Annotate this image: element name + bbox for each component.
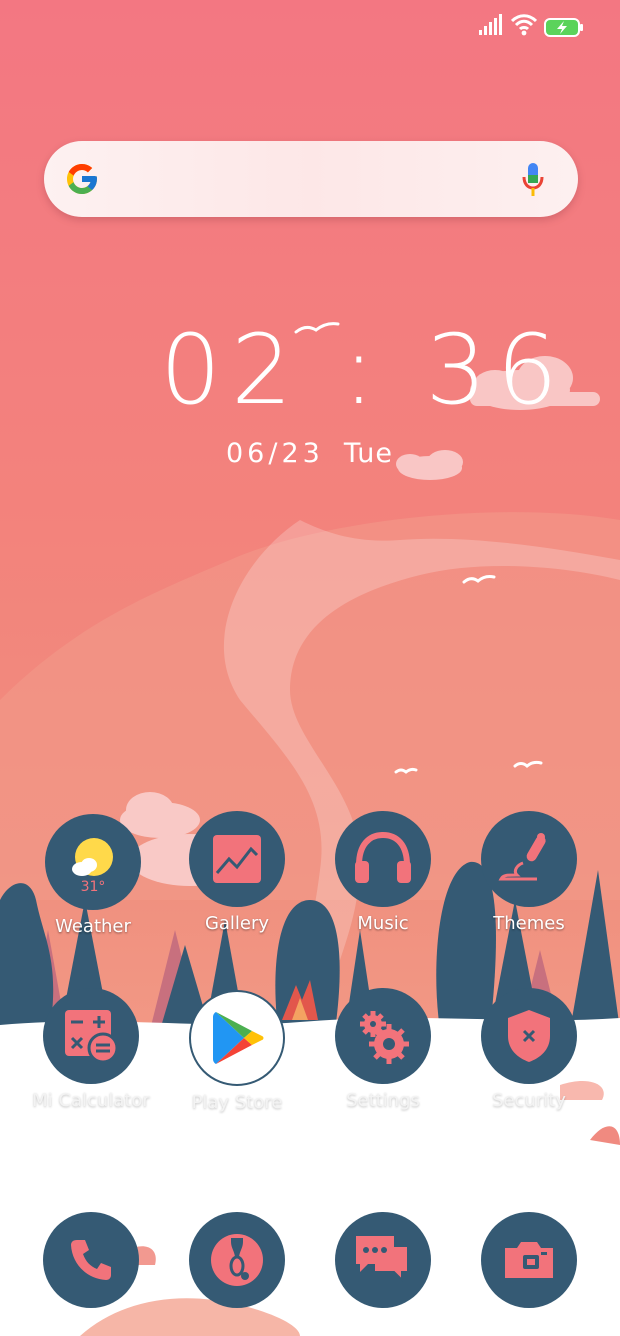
weekday-text: Tue [343,438,393,469]
app-security[interactable]: Security [456,988,602,1138]
google-search-bar[interactable] [44,141,578,217]
app-weather[interactable]: 31° Weather [20,814,166,964]
app-gallery[interactable]: Gallery [164,811,310,961]
home-screen: 02 : 36 06/23 Tue 31° Weather Gallery Mu… [0,0,620,1336]
date-text: 06/23 [226,438,324,469]
messages-icon [335,1212,431,1308]
app-mi-calculator[interactable]: Mi Calculator [18,988,164,1138]
gallery-icon [189,811,285,907]
brush-icon [481,811,577,907]
clock-time[interactable]: 02 : 36 [160,315,558,425]
app-label: Mi Calculator [32,1090,150,1111]
shield-icon [481,988,577,1084]
play-store-icon [189,990,285,1086]
app-music[interactable]: Music [310,811,456,961]
phone-icon [43,1212,139,1308]
battery-charging-icon [544,18,583,37]
camera-icon [481,1212,577,1308]
headphones-icon [335,811,431,907]
browser-icon [189,1212,285,1308]
app-label: Play Store [191,1092,283,1113]
app-label: Music [357,913,409,934]
dock-browser[interactable] [164,1212,310,1336]
gear-icon [335,988,431,1084]
google-logo-icon [67,164,97,194]
wifi-icon [511,14,537,36]
app-label: Settings [346,1090,420,1111]
calculator-icon [43,988,139,1084]
app-label: Weather [55,916,131,937]
signal-icon [479,14,502,35]
app-themes[interactable]: Themes [456,811,602,961]
dock-phone[interactable] [18,1212,164,1336]
status-bar [0,0,620,56]
dock-camera[interactable] [456,1212,602,1336]
app-settings[interactable]: Settings [310,988,456,1138]
dock-messages[interactable] [310,1212,456,1336]
microphone-icon[interactable] [522,163,544,197]
app-label: Security [492,1090,566,1111]
app-label: Gallery [204,913,270,934]
app-label: Themes [493,913,565,934]
weather-temp: 31° [81,879,106,895]
weather-icon: 31° [45,814,141,910]
clock-date[interactable]: 06/23 Tue [226,438,393,469]
app-play-store[interactable]: Play Store [164,990,310,1140]
